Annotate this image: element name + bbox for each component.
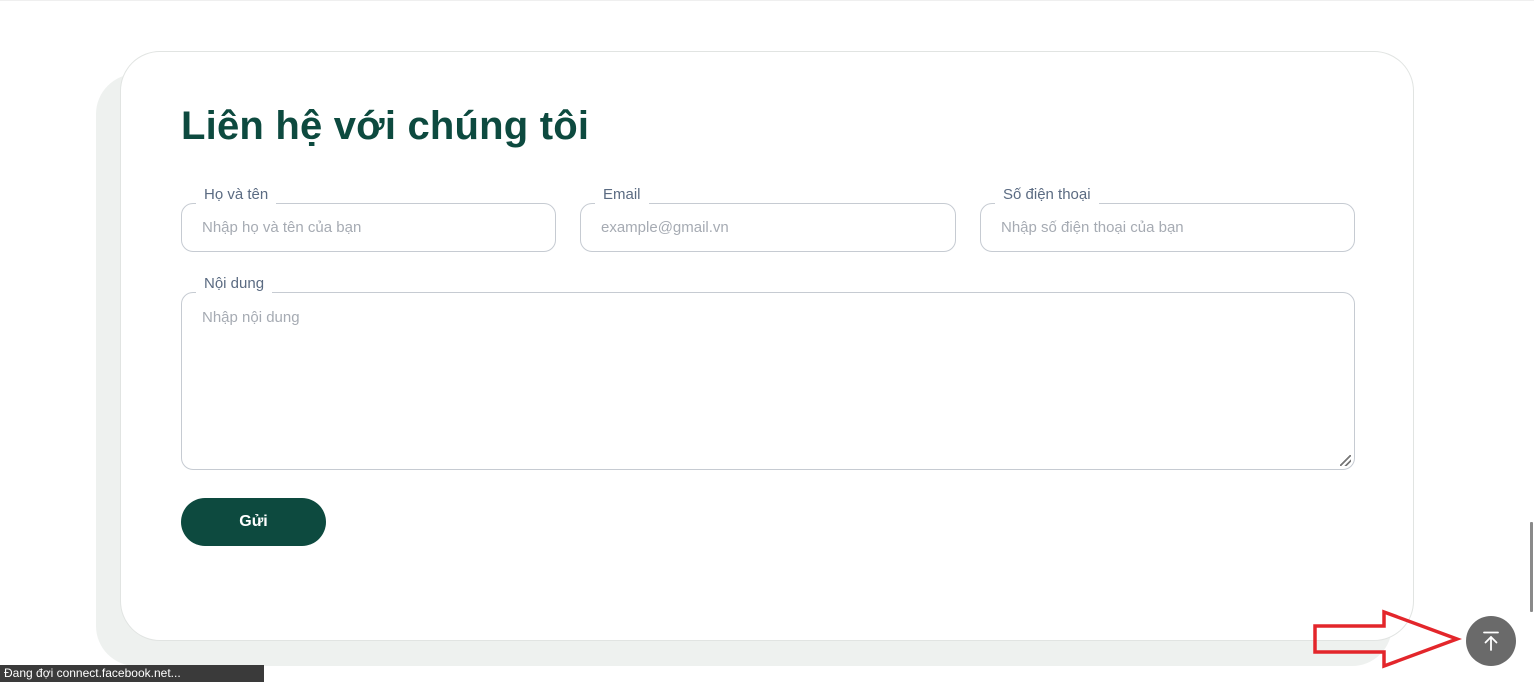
- back-to-top-button[interactable]: [1466, 616, 1516, 666]
- contact-card: Liên hệ với chúng tôi Họ và tên Email Số…: [120, 51, 1414, 641]
- email-field: Email: [580, 186, 956, 252]
- name-label: Họ và tên: [196, 186, 277, 204]
- message-field: Nội dung: [181, 275, 1355, 470]
- submit-button[interactable]: Gửi: [181, 498, 326, 546]
- contact-title: Liên hệ với chúng tôi: [181, 104, 590, 148]
- resize-grip-icon[interactable]: [1340, 455, 1351, 466]
- message-label: Nội dung: [196, 275, 273, 293]
- name-input[interactable]: [182, 204, 555, 251]
- message-textarea[interactable]: [182, 293, 1354, 469]
- phone-field: Số điện thoại: [980, 186, 1355, 252]
- annotation-arrow-icon: [1313, 609, 1462, 669]
- email-label: Email: [595, 186, 649, 204]
- arrow-up-to-line-icon: [1483, 631, 1499, 651]
- page: Liên hệ với chúng tôi Họ và tên Email Số…: [0, 0, 1534, 682]
- top-divider: [0, 0, 1534, 1]
- phone-input[interactable]: [981, 204, 1354, 251]
- scrollbar-thumb[interactable]: [1530, 522, 1533, 612]
- email-input[interactable]: [581, 204, 955, 251]
- phone-label: Số điện thoại: [995, 186, 1099, 204]
- browser-status-bar: Đang đợi connect.facebook.net...: [0, 665, 264, 682]
- name-field: Họ và tên: [181, 186, 556, 252]
